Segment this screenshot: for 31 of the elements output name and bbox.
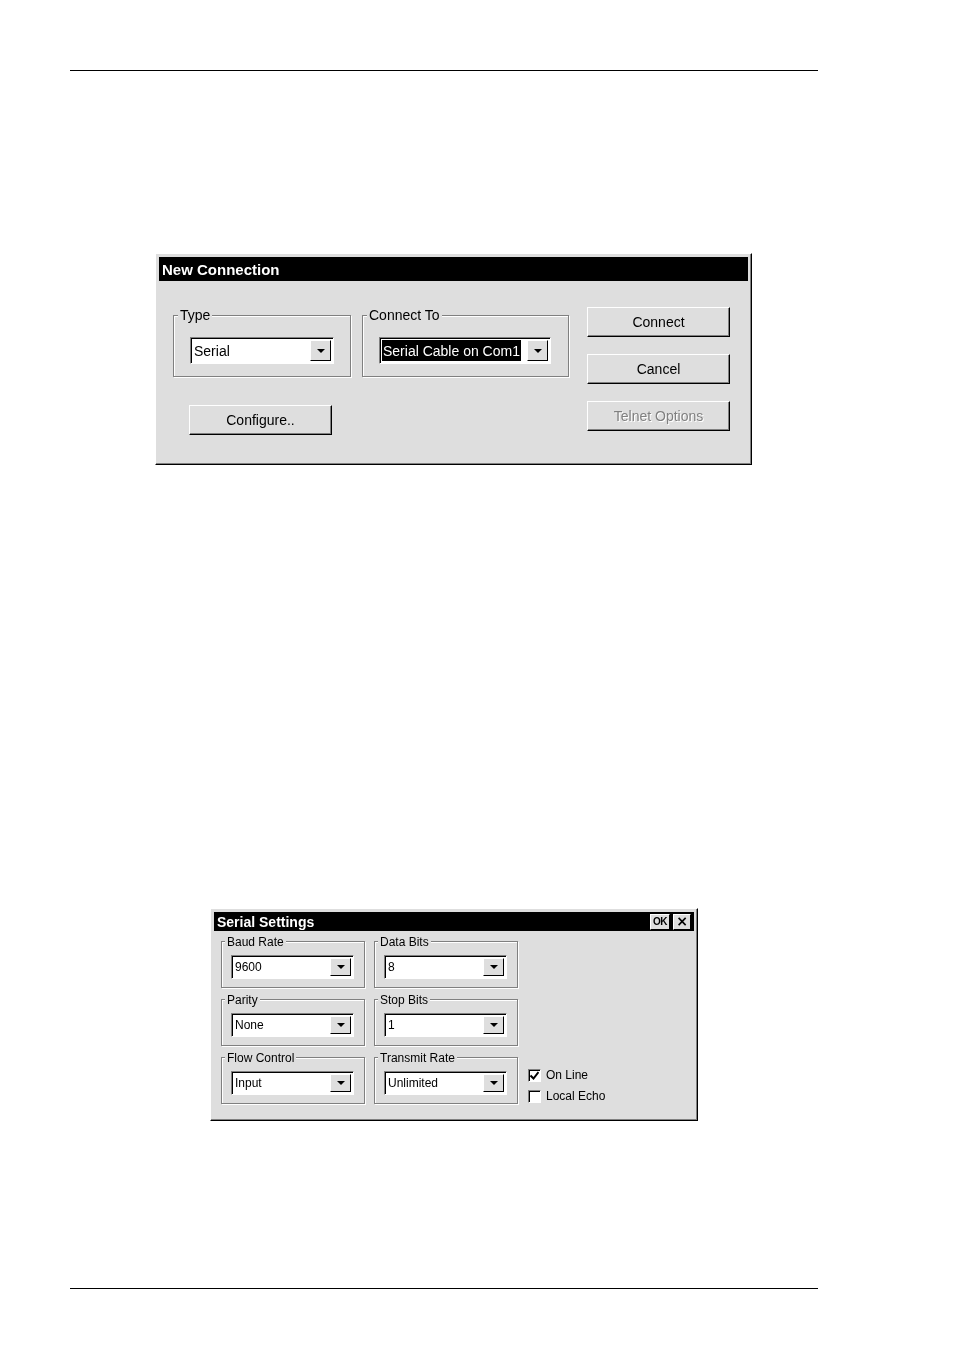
caret-icon[interactable] [330,1016,351,1034]
dropdown[interactable]: Unlimited [384,1071,507,1095]
checkbox[interactable] [528,1068,541,1082]
caret-icon[interactable] [483,958,504,976]
dialog-button[interactable]: Connect [587,307,730,337]
group-label: Parity [225,992,260,1008]
dropdown[interactable]: Input [231,1071,354,1095]
window-title: New Connection [162,260,280,278]
caret-icon[interactable] [483,1016,504,1034]
window-title: Serial Settings [217,913,315,930]
caret-icon[interactable] [330,1074,351,1092]
dialog-button[interactable]: Configure.. [189,405,332,435]
dialog-button[interactable]: Cancel [587,354,730,384]
dropdown[interactable]: 1 [384,1013,507,1037]
dropdown[interactable]: None [231,1013,354,1037]
dropdown[interactable]: 9600 [231,955,354,979]
caret-icon[interactable] [483,1074,504,1092]
group-label: Type [178,307,213,323]
checkbox-label[interactable]: On Line [546,1068,589,1082]
group-label: Stop Bits [378,992,431,1008]
dropdown[interactable]: 8 [384,955,507,979]
ok-button[interactable]: OK [650,913,670,930]
caret-icon[interactable] [527,340,548,361]
caret-icon[interactable] [310,340,331,361]
group-label: Connect To [367,307,442,323]
caret-icon[interactable] [330,958,351,976]
dropdown[interactable]: Serial [190,337,334,364]
dropdown[interactable]: Serial Cable on Com1 [379,337,551,364]
checkbox-label[interactable]: Local Echo [546,1089,606,1103]
checkbox[interactable] [528,1089,541,1103]
close-button[interactable]: × [673,913,691,930]
